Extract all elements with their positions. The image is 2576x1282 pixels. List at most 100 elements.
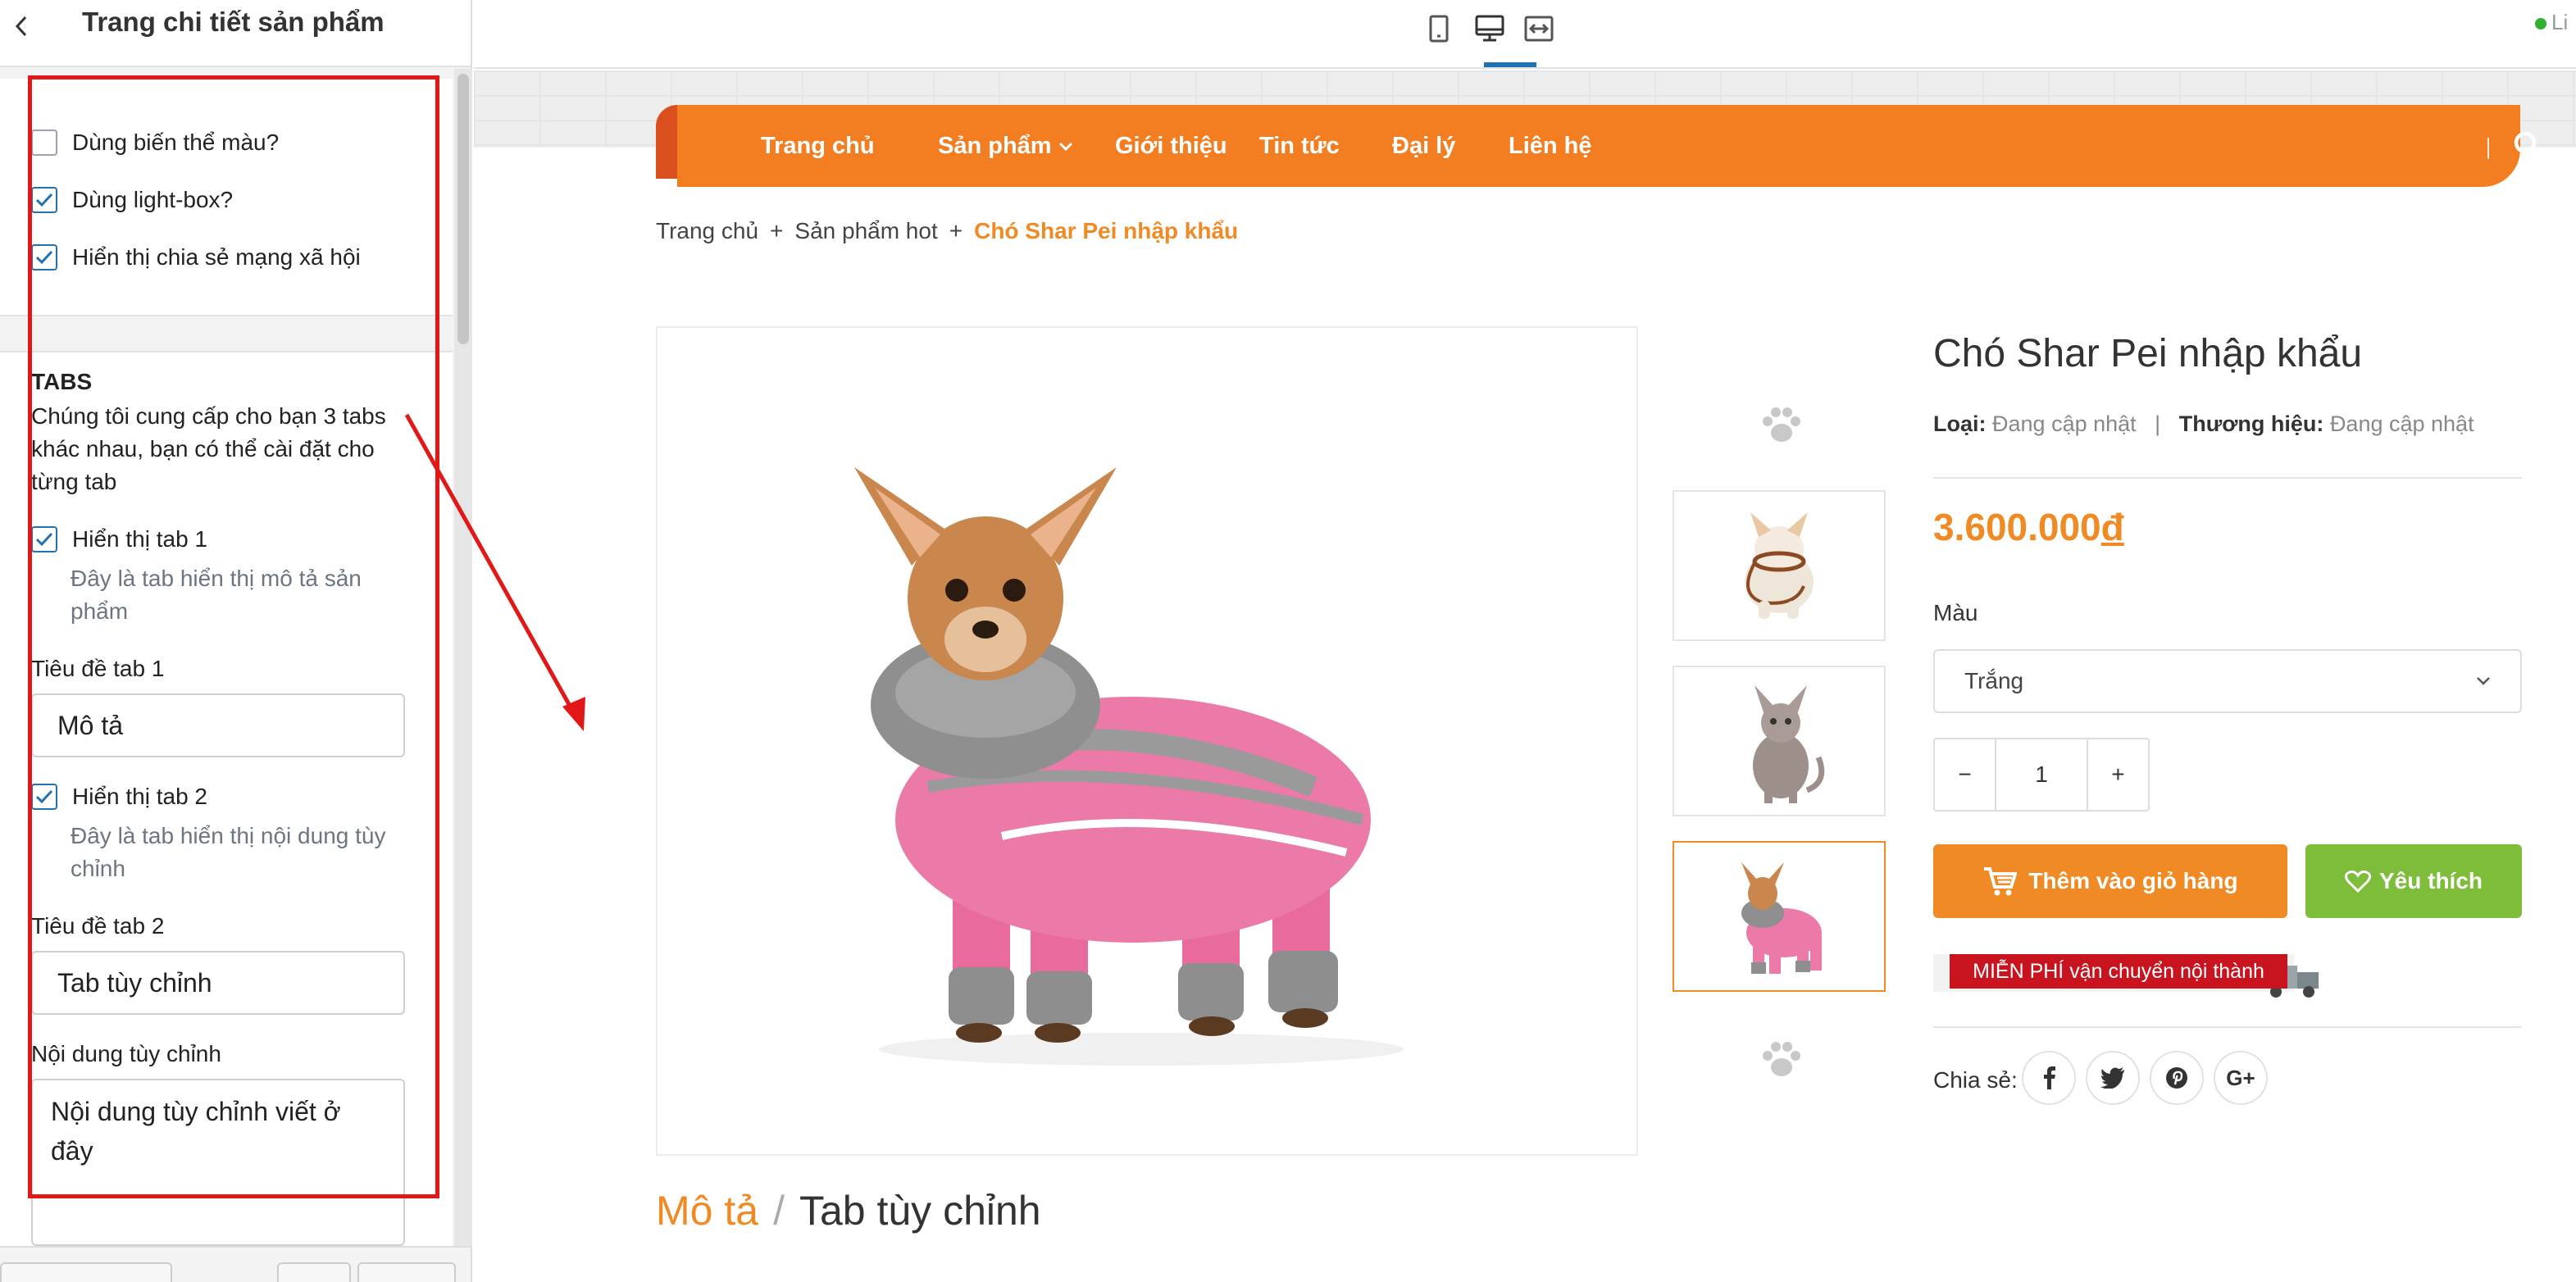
- share-pinterest-button[interactable]: [2150, 1051, 2204, 1105]
- brand-value: Đang cập nhật: [2329, 411, 2474, 436]
- share-twitter-button[interactable]: [2086, 1051, 2140, 1105]
- share-facebook-button[interactable]: [2022, 1051, 2076, 1105]
- nav-item-label: Sản phẩm: [938, 133, 1052, 159]
- site-preview: Trang chủ Sản phẩm Giới thiệu Tin tức Đạ…: [474, 70, 2576, 1282]
- dog-in-sweater-image: [854, 467, 1404, 1066]
- product-thumbnail-active[interactable]: [1673, 841, 1886, 992]
- nav-item-news[interactable]: Tin tức: [1259, 133, 1340, 160]
- checkbox-social-share[interactable]: Hiển thị chia sẻ mạng xã hội: [31, 244, 361, 270]
- nav-item-home[interactable]: Trang chủ: [761, 133, 875, 160]
- type-label: Loại:: [1933, 411, 1987, 436]
- breadcrumb-home[interactable]: Trang chủ: [656, 218, 758, 244]
- qty-input[interactable]: 1: [1995, 739, 2087, 810]
- back-button[interactable]: [7, 5, 36, 48]
- checkbox-label: Dùng light-box?: [72, 187, 234, 212]
- breadcrumb-category[interactable]: Sản phẩm hot: [794, 218, 937, 244]
- nav-item-products[interactable]: Sản phẩm: [938, 133, 1073, 160]
- product-main-image[interactable]: [656, 326, 1638, 1156]
- check-icon: [35, 250, 53, 265]
- checkbox-show-tab2[interactable]: Hiển thị tab 2: [31, 784, 207, 810]
- sphynx-cat-image: [1753, 685, 1825, 803]
- main-navigation: Trang chủ Sản phẩm Giới thiệu Tin tức Đạ…: [677, 105, 2543, 187]
- checkbox-label: Hiển thị tab 2: [72, 784, 207, 809]
- check-icon: [35, 193, 53, 207]
- color-select-value: Trắng: [1964, 668, 2024, 693]
- divider: [1933, 477, 2522, 479]
- pinterest-icon: [2166, 1067, 2187, 1089]
- mobile-icon: [1429, 15, 1449, 43]
- device-mobile-button[interactable]: [1418, 8, 1459, 49]
- tabs-intro: Chúng tôi cung cấp cho bạn 3 tabs khác n…: [31, 403, 386, 494]
- sidebar-scrollbar-thumb[interactable]: [457, 74, 469, 344]
- checkbox-box[interactable]: [31, 187, 57, 213]
- quantity-stepper: − 1 +: [1933, 738, 2150, 811]
- type-value: Đang cập nhật: [1992, 411, 2137, 436]
- breadcrumb-separator: +: [770, 218, 784, 243]
- product-thumbnail[interactable]: [1673, 490, 1886, 641]
- paw-icon[interactable]: [1759, 405, 1804, 446]
- wishlist-button[interactable]: Yêu thích: [2305, 844, 2522, 918]
- tabs-heading: TABS: [31, 369, 93, 394]
- share-label: Chia sẻ:: [1933, 1067, 2018, 1093]
- price-currency: đ: [2100, 506, 2124, 548]
- shipping-banner-text: MIỄN PHÍ vận chuyển nội thành: [1950, 954, 2287, 989]
- checkbox-lightbox[interactable]: Dùng light-box?: [31, 187, 233, 213]
- footer-button[interactable]: [277, 1262, 351, 1282]
- brand-label: Thương hiệu:: [2178, 411, 2324, 436]
- dog-with-leash-image: [1745, 512, 1814, 619]
- desktop-icon: [1475, 15, 1504, 42]
- check-icon: [35, 789, 53, 804]
- chevron-down-icon: [1058, 142, 1072, 151]
- tab1-title-input[interactable]: Mô tả: [31, 693, 405, 757]
- qty-increase-button[interactable]: +: [2086, 739, 2148, 810]
- divider: [1933, 1026, 2522, 1028]
- share-google-plus-button[interactable]: G+: [2214, 1051, 2268, 1105]
- tab-separator: /: [773, 1188, 785, 1234]
- live-status-label: Li: [2551, 10, 2569, 34]
- checkbox-box[interactable]: [31, 784, 57, 810]
- google-plus-icon: G+: [2226, 1065, 2255, 1090]
- add-to-cart-button[interactable]: Thêm vào giỏ hàng: [1933, 844, 2287, 918]
- qty-decrease-button[interactable]: −: [1935, 739, 1995, 810]
- checkbox-show-tab1[interactable]: Hiển thị tab 1: [31, 526, 207, 552]
- tab2-title-input[interactable]: Tab tùy chỉnh: [31, 951, 405, 1015]
- tab-description[interactable]: Mô tả: [656, 1187, 758, 1234]
- nav-item-dealers[interactable]: Đại lý: [1392, 133, 1455, 160]
- checkbox-box[interactable]: [31, 130, 57, 156]
- tab1-description: Đây là tab hiển thị mô tả sản phẩm: [71, 566, 362, 624]
- dog-in-sweater-thumb-image: [1741, 862, 1822, 974]
- customizer-sidebar: Trang chi tiết sản phẩm Dùng biến thể mà…: [0, 0, 472, 1282]
- checkbox-color-variant[interactable]: Dùng biến thể màu?: [31, 130, 279, 156]
- checkbox-box[interactable]: [31, 526, 57, 552]
- sidebar-footer: [0, 1246, 471, 1282]
- product-tabs: Mô tả / Tab tùy chỉnh: [656, 1187, 1041, 1234]
- checkbox-label: Hiển thị tab 1: [72, 526, 207, 552]
- device-fullwidth-button[interactable]: [1518, 8, 1559, 49]
- custom-content-textarea[interactable]: Nội dung tùy chỉnh viết ở đây: [31, 1079, 405, 1246]
- nav-item-contact[interactable]: Liên hệ: [1509, 133, 1592, 160]
- fullwidth-icon: [1524, 16, 1554, 42]
- product-thumbnail[interactable]: [1673, 666, 1886, 816]
- meta-separator: |: [2155, 411, 2161, 436]
- live-status-dot: [2535, 18, 2546, 30]
- product-price: 3.600.000đ: [1933, 505, 2124, 549]
- checkbox-box[interactable]: [31, 244, 57, 270]
- cart-icon: [1984, 867, 2018, 896]
- facebook-icon: [2044, 1066, 2055, 1089]
- product-title: Chó Shar Pei nhập khẩu: [1933, 332, 2363, 375]
- tab-custom[interactable]: Tab tùy chỉnh: [799, 1187, 1041, 1234]
- nav-item-about[interactable]: Giới thiệu: [1115, 133, 1227, 160]
- breadcrumb-separator: +: [949, 218, 963, 243]
- color-select[interactable]: Trắng: [1933, 649, 2522, 713]
- footer-button[interactable]: [0, 1262, 172, 1282]
- preview-toolbar: [474, 0, 2576, 69]
- nav-divider: [2487, 138, 2489, 159]
- footer-button[interactable]: [357, 1262, 456, 1282]
- heart-icon: [2344, 871, 2371, 893]
- breadcrumb-current: Chó Shar Pei nhập khẩu: [974, 218, 1239, 243]
- chevron-down-icon: [2477, 677, 2490, 685]
- add-to-cart-label: Thêm vào giỏ hàng: [2028, 868, 2238, 893]
- paw-icon[interactable]: [1759, 1039, 1804, 1080]
- search-icon[interactable]: [2512, 130, 2545, 162]
- device-desktop-button[interactable]: [1469, 8, 1510, 49]
